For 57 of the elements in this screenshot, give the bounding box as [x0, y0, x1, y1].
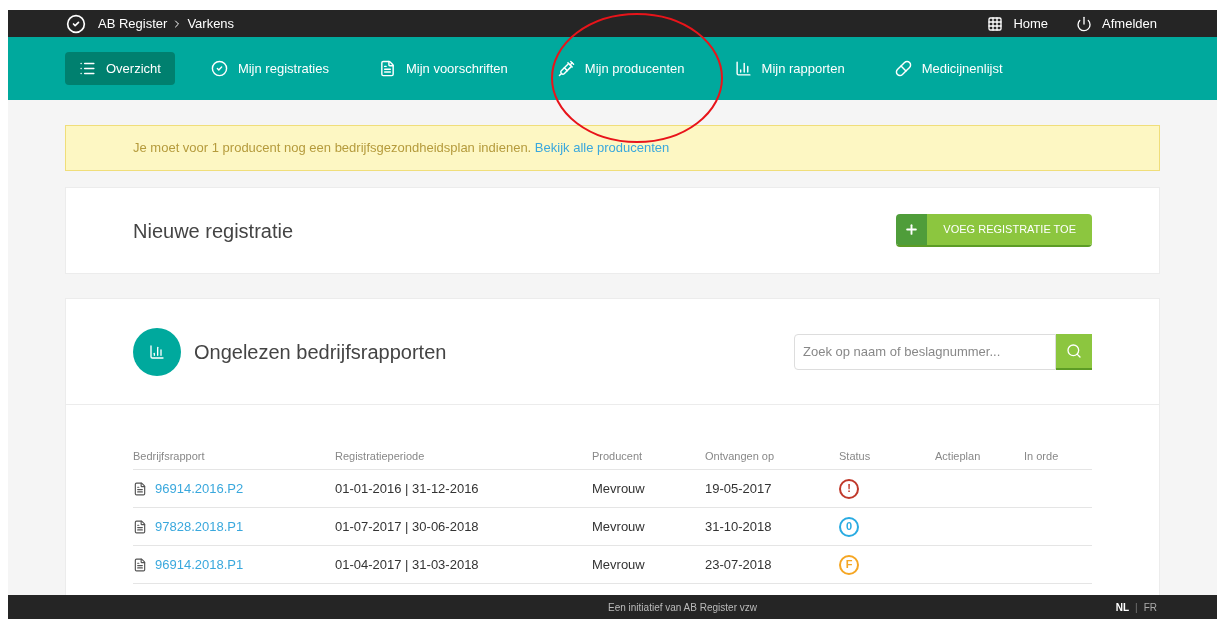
nav-tab[interactable]: Medicijnenlijst — [880, 52, 1017, 85]
report-chart-icon — [133, 327, 181, 376]
status-badge: ! — [839, 478, 859, 499]
nav-tab[interactable]: Mijn rapporten — [720, 52, 859, 85]
table-cell: 23-07-2018 — [705, 556, 772, 572]
bar-chart-icon — [734, 60, 752, 77]
grid-icon — [987, 15, 1004, 32]
document-icon — [378, 60, 396, 77]
column-header: Bedrijfsrapport — [133, 449, 205, 462]
table-cell: 01-01-2016 | 31-12-2016 — [335, 480, 479, 496]
column-header: In orde — [1024, 449, 1059, 462]
list-icon — [79, 60, 96, 77]
plus-icon — [896, 214, 928, 245]
nav-tab[interactable]: Overzicht — [65, 52, 175, 85]
check-circle-icon — [66, 13, 86, 34]
column-header: Actieplan — [935, 449, 981, 462]
breadcrumb-link[interactable]: Varkens — [187, 13, 235, 34]
report-link[interactable]: 96914.2016.P2 — [155, 478, 244, 499]
check-circle-icon — [210, 60, 228, 77]
search-field[interactable]: Zoek op naam of beslagnummer... — [794, 333, 1056, 370]
search-button[interactable] — [1056, 333, 1092, 370]
pill-icon — [894, 60, 912, 77]
column-header: Ontvangen op — [705, 449, 775, 462]
table-cell: Mevrouw — [592, 518, 645, 534]
table-cell: 31-10-2018 — [705, 518, 772, 534]
syringe-icon — [557, 60, 575, 77]
alert-text: Je moet voor 1 producent nog een bedrijfsgezondheidsplan indienen. Bekijk alle producenten — [133, 139, 670, 158]
language-link[interactable]: NL — [1115, 599, 1130, 615]
footer-text: Een initiatief van AB Register vzw — [608, 600, 757, 615]
language-link[interactable]: FR — [1143, 599, 1157, 615]
table-cell: 01-04-2017 | 31-03-2018 — [335, 556, 479, 572]
status-badge: 0 — [839, 516, 859, 537]
card-title: Nieuwe registratie — [133, 218, 294, 244]
power-icon — [1076, 15, 1093, 32]
report-link[interactable]: 96914.2018.P1 — [155, 554, 244, 575]
top-link[interactable]: Home — [987, 13, 1049, 34]
table-cell: Mevrouw — [592, 480, 645, 496]
breadcrumb-link[interactable]: AB Register — [98, 13, 168, 34]
separator: | — [1135, 600, 1138, 615]
card-title: Ongelezen bedrijfsrapporten — [194, 339, 447, 365]
status-badge: F — [839, 554, 859, 575]
search-icon — [1066, 342, 1082, 359]
nav-tab[interactable]: Mijn voorschriften — [364, 52, 522, 85]
table-cell: Mevrouw — [592, 556, 645, 572]
nav-tab[interactable]: Mijn registraties — [196, 52, 343, 85]
top-link[interactable]: Afmelden — [1076, 13, 1157, 34]
producers-link[interactable]: Bekijk alle producenten — [534, 140, 670, 156]
nav-tab[interactable]: Mijn producenten — [543, 52, 699, 85]
column-header: Registratieperiode — [335, 449, 425, 462]
column-header: Producent — [592, 449, 643, 462]
table-cell: 19-05-2017 — [705, 480, 772, 496]
column-header: Status — [839, 449, 871, 462]
report-link[interactable]: 97828.2018.P1 — [155, 516, 244, 537]
document-icon — [133, 519, 147, 534]
document-icon — [133, 557, 147, 572]
table-cell: 01-07-2017 | 30-06-2018 — [335, 518, 479, 534]
document-icon — [133, 481, 147, 496]
